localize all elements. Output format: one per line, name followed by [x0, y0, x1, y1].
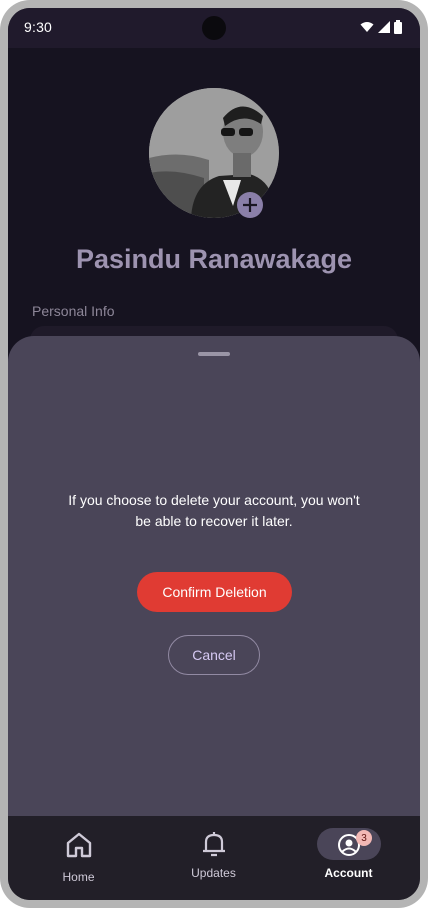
nav-item-updates[interactable]: Updates: [145, 816, 282, 900]
plus-icon: [243, 198, 257, 212]
nav-item-account[interactable]: 3 Account: [280, 816, 417, 900]
battery-icon: [394, 20, 402, 34]
home-icon: [66, 832, 91, 858]
avatar-container[interactable]: [149, 88, 279, 218]
screen: 9:30 Pasindu Ranawakage Personal Info If…: [8, 8, 420, 900]
nav-item-label: Account: [324, 866, 373, 880]
status-bar: 9:30: [8, 8, 420, 48]
device-frame: 9:30 Pasindu Ranawakage Personal Info If…: [0, 0, 428, 908]
personal-info-label: Personal Info: [32, 303, 115, 319]
profile-name: Pasindu Ranawakage: [75, 244, 353, 274]
nav-item-label: Updates: [191, 866, 236, 880]
drag-handle[interactable]: [198, 352, 230, 356]
signal-icon: [378, 21, 390, 33]
confirm-deletion-button[interactable]: Confirm Deletion: [137, 572, 292, 612]
notification-badge: 3: [356, 830, 372, 846]
bell-icon: [202, 832, 225, 857]
status-time: 9:30: [24, 19, 53, 35]
camera-cutout: [202, 16, 226, 40]
cancel-button[interactable]: Cancel: [168, 635, 260, 675]
status-icons: [360, 20, 402, 34]
bottom-navigation: Home Updates 3 Account: [8, 816, 420, 900]
wifi-icon: [360, 22, 374, 32]
nav-item-home[interactable]: Home: [10, 816, 147, 900]
nav-item-label: Home: [62, 870, 95, 884]
add-photo-button[interactable]: [237, 192, 263, 218]
delete-account-sheet: If you choose to delete your account, yo…: [8, 336, 420, 836]
delete-warning-message: If you choose to delete your account, yo…: [68, 492, 360, 529]
